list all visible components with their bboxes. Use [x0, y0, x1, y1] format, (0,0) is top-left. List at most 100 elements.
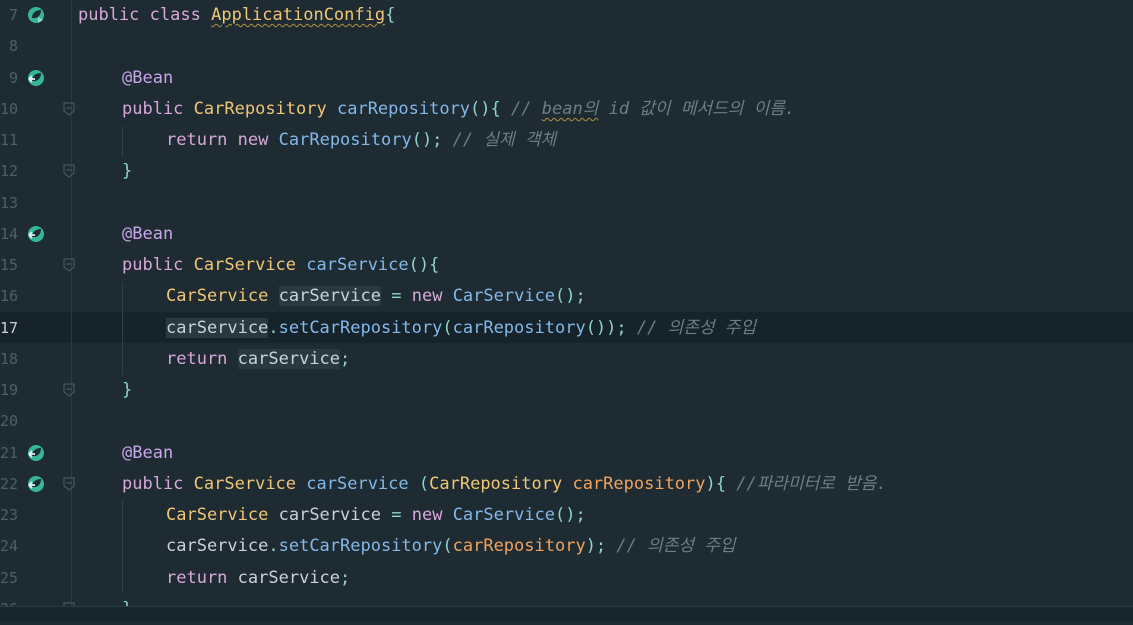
- code-token: carRepository: [572, 473, 706, 494]
- line-number: 10: [0, 99, 19, 118]
- code-token: // 의존성 주입: [636, 317, 757, 338]
- code-token: CarRepository: [193, 98, 327, 119]
- code-token: carService: [166, 317, 269, 338]
- code-token: carService: [278, 286, 381, 307]
- code-line[interactable]: 22 public CarService carService (CarRepos…: [0, 469, 1133, 500]
- code-token: .: [268, 536, 279, 557]
- spring-bean-navigate-icon[interactable]: [27, 475, 45, 493]
- code-line[interactable]: 16 CarService carService = new CarService…: [0, 281, 1133, 312]
- code-line[interactable]: 21 @Bean: [0, 438, 1133, 469]
- code-text: @Bean: [122, 219, 173, 250]
- code-token: class: [149, 5, 201, 25]
- code-token: bean의: [541, 98, 599, 119]
- code-token: (: [418, 473, 430, 494]
- spring-bean-navigate-icon[interactable]: [27, 225, 45, 243]
- code-token: return: [166, 348, 228, 369]
- line-number: 24: [0, 537, 19, 556]
- code-token: new: [237, 130, 269, 150]
- code-token: public: [122, 473, 184, 494]
- code-text: public class ApplicationConfig{: [78, 0, 395, 31]
- fold-marker-icon[interactable]: [63, 164, 75, 178]
- line-number: 7: [8, 6, 18, 24]
- code-line[interactable]: 17 carService.setCarRepository(carReposit…: [0, 313, 1133, 344]
- spring-bean-navigate-icon[interactable]: [27, 444, 45, 462]
- code-text: public CarRepository carRepository(){ //…: [122, 94, 795, 125]
- horizontal-scrollbar[interactable]: [0, 606, 1133, 621]
- code-token: (: [442, 536, 453, 557]
- code-line[interactable]: 24 carService.setCarRepository(carReposit…: [0, 531, 1133, 562]
- fold-marker-icon[interactable]: [63, 102, 75, 116]
- code-line[interactable]: 11 return new CarRepository(); // 실제 객체: [0, 125, 1133, 156]
- code-line[interactable]: 9 @Bean: [0, 63, 1133, 94]
- code-text: @Bean: [122, 63, 173, 94]
- code-token: carService: [237, 348, 341, 369]
- code-text: return carService;: [166, 563, 350, 594]
- code-token: @Bean: [122, 67, 174, 88]
- code-text: carService.setCarRepository(carRepositor…: [166, 531, 736, 562]
- line-number: 19: [0, 381, 19, 399]
- code-token: ();: [555, 505, 586, 525]
- code-token: //: [511, 98, 542, 119]
- code-token: return: [166, 567, 228, 588]
- code-token: carService: [306, 255, 409, 275]
- code-token: ());: [585, 317, 627, 338]
- fold-marker-icon[interactable]: [63, 477, 75, 491]
- code-text: public CarService carService(){: [122, 250, 439, 281]
- spring-bean-icon[interactable]: [27, 6, 45, 24]
- code-line[interactable]: 15 public CarService carService(){: [0, 250, 1133, 281]
- code-line[interactable]: 14 @Bean: [0, 219, 1133, 250]
- code-token: ();: [555, 286, 586, 307]
- code-line[interactable]: 18 return carService;: [0, 344, 1133, 375]
- line-number: 12: [0, 162, 19, 181]
- code-line[interactable]: 8: [0, 31, 1133, 62]
- spring-bean-navigate-icon[interactable]: [27, 69, 45, 87]
- code-line[interactable]: 23 CarService carService = new CarService…: [0, 500, 1133, 531]
- code-line[interactable]: 13: [0, 188, 1133, 219]
- code-token: =: [391, 286, 402, 307]
- line-number: 14: [0, 224, 19, 243]
- code-token: ): [705, 473, 716, 494]
- code-token: CarService: [166, 286, 269, 307]
- fold-marker-icon[interactable]: [63, 383, 75, 397]
- code-token: );: [585, 536, 607, 557]
- code-token: }: [122, 161, 133, 182]
- code-line[interactable]: 19}: [0, 375, 1133, 406]
- line-number: 16: [0, 287, 19, 306]
- code-line[interactable]: 12}: [0, 156, 1133, 187]
- line-number: 9: [8, 68, 18, 87]
- code-text: @Bean: [122, 438, 173, 469]
- code-line[interactable]: 20: [0, 406, 1133, 437]
- line-number: 8: [8, 37, 18, 56]
- code-line[interactable]: 25 return carService;: [0, 563, 1133, 594]
- code-token: ;: [340, 567, 351, 588]
- code-token: CarService: [193, 473, 297, 494]
- code-token: CarService: [166, 505, 269, 525]
- line-number: 13: [0, 193, 19, 212]
- code-token: {: [715, 473, 727, 494]
- code-line[interactable]: 10 public CarRepository carRepository(){ …: [0, 94, 1133, 125]
- fold-marker-icon[interactable]: [63, 258, 75, 272]
- code-line[interactable]: 7 public class ApplicationConfig{: [0, 0, 1133, 31]
- line-number: 22: [0, 474, 19, 493]
- code-token: // 의존성 주입: [616, 536, 736, 557]
- code-token: setCarRepository: [278, 317, 443, 338]
- code-text: return new CarRepository(); // 실제 객체: [166, 125, 556, 156]
- code-token: id 값이 메서드의 이름.: [598, 98, 796, 119]
- code-token: ;: [340, 348, 351, 369]
- line-number: 11: [0, 131, 19, 149]
- code-text: carService.setCarRepository(carRepositor…: [166, 313, 756, 344]
- code-token: carService: [306, 473, 409, 494]
